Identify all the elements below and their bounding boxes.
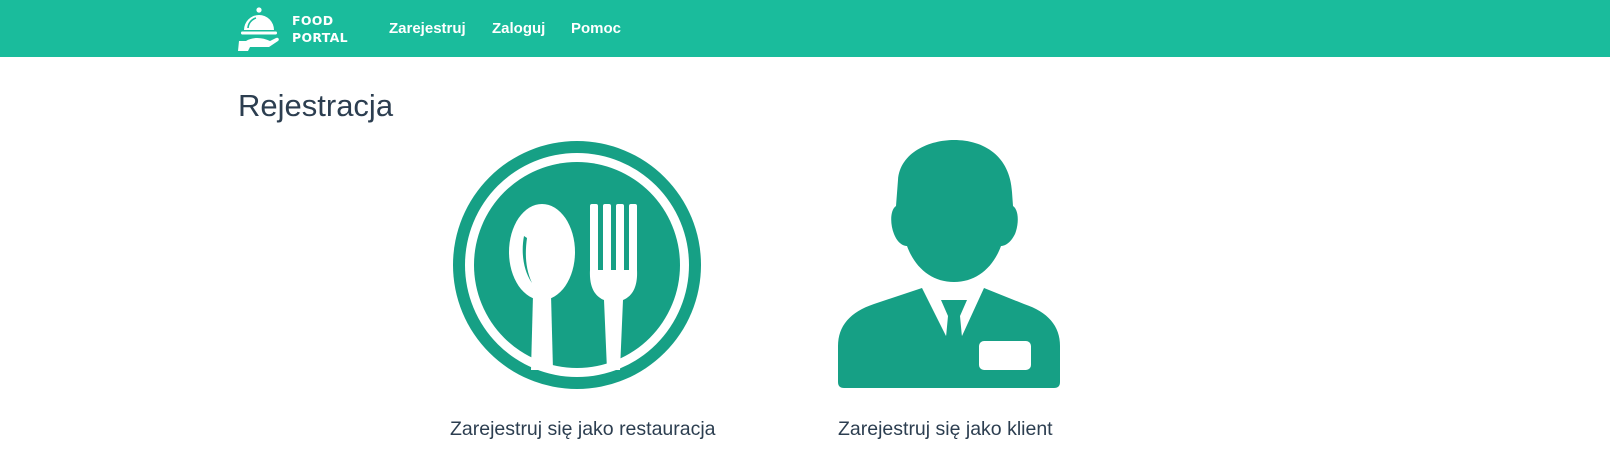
nav-link-register[interactable]: Zarejestruj bbox=[389, 19, 466, 38]
nav-link-login[interactable]: Zaloguj bbox=[492, 19, 545, 38]
cloche-tray-icon bbox=[238, 6, 279, 51]
page-title: Rejestracja bbox=[238, 88, 394, 123]
nav-link-help[interactable]: Pomoc bbox=[571, 19, 621, 38]
plate-spoon-fork-icon bbox=[453, 141, 701, 389]
brand-name-line2: PORTAL bbox=[292, 29, 348, 45]
register-client-option[interactable]: Zarejestruj się jako klient bbox=[820, 140, 1070, 440]
register-client-label: Zarejestruj się jako klient bbox=[838, 418, 1053, 440]
person-with-badge-icon bbox=[838, 140, 1060, 388]
register-restaurant-label: Zarejestruj się jako restauracja bbox=[450, 418, 716, 440]
brand-name: FOOD PORTAL bbox=[292, 12, 348, 46]
brand-logo-link[interactable]: FOOD PORTAL bbox=[236, 0, 348, 57]
brand-name-line1: FOOD bbox=[292, 12, 334, 28]
register-restaurant-option[interactable]: Zarejestruj się jako restauracja bbox=[432, 140, 722, 440]
top-navbar: FOOD PORTAL Zarejestruj Zaloguj Pomoc bbox=[0, 0, 1610, 57]
